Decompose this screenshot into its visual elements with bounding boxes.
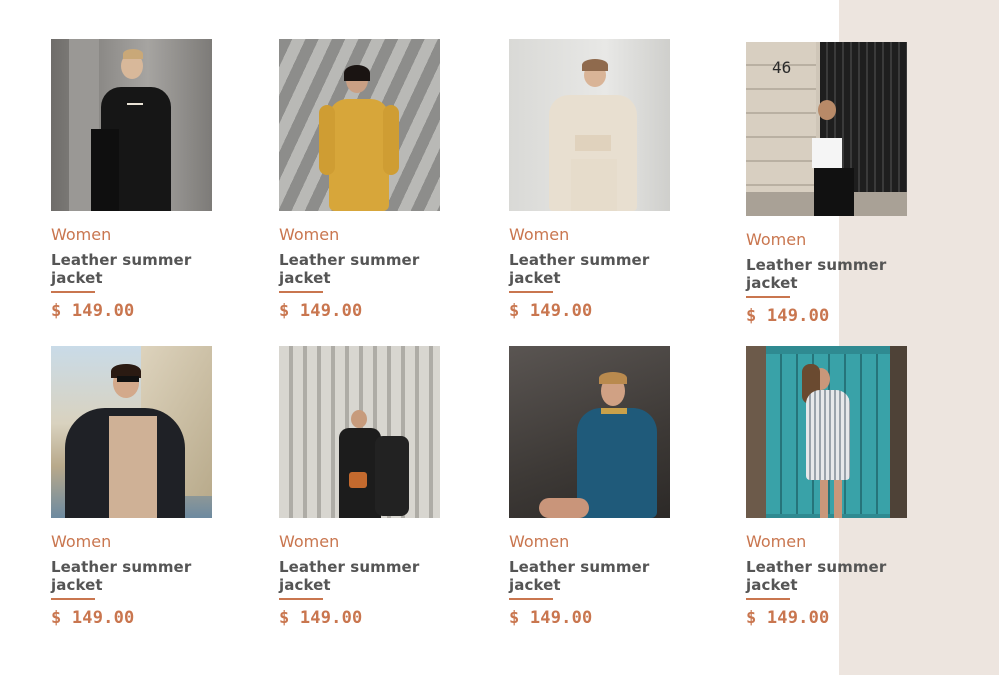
divider xyxy=(51,291,95,293)
divider xyxy=(509,598,553,600)
divider xyxy=(746,598,790,600)
product-image[interactable] xyxy=(51,39,212,211)
product-category[interactable]: Women xyxy=(51,225,213,245)
divider xyxy=(746,296,790,298)
product-price: $ 149.00 xyxy=(279,301,363,321)
product-card[interactable]: Women Leather summer jacket $ 149.00 xyxy=(509,346,671,628)
product-category[interactable]: Women xyxy=(51,532,213,552)
divider xyxy=(279,291,323,293)
product-price: $ 149.00 xyxy=(51,608,135,628)
product-price: $ 149.00 xyxy=(279,608,363,628)
product-price: $ 149.00 xyxy=(746,306,830,326)
product-image[interactable] xyxy=(746,346,907,518)
product-name[interactable]: Leather summer jacket xyxy=(51,251,201,287)
product-name[interactable]: Leather summer jacket xyxy=(279,251,429,287)
product-image[interactable] xyxy=(279,346,440,518)
product-price: $ 149.00 xyxy=(509,608,593,628)
product-card[interactable]: Women Leather summer jacket $ 149.00 xyxy=(279,346,441,628)
product-price: $ 149.00 xyxy=(746,608,830,628)
product-category[interactable]: Women xyxy=(746,230,908,250)
product-name[interactable]: Leather summer jacket xyxy=(509,558,659,594)
product-name[interactable]: Leather summer jacket xyxy=(746,558,896,594)
product-card[interactable]: Women Leather summer jacket $ 149.00 xyxy=(51,346,213,628)
divider xyxy=(51,598,95,600)
product-name[interactable]: Leather summer jacket xyxy=(51,558,201,594)
divider xyxy=(279,598,323,600)
product-category[interactable]: Women xyxy=(279,225,441,245)
product-category[interactable]: Women xyxy=(509,532,671,552)
product-image[interactable]: 46 xyxy=(746,42,907,216)
product-name[interactable]: Leather summer jacket xyxy=(509,251,659,287)
product-category[interactable]: Women xyxy=(509,225,671,245)
product-image[interactable] xyxy=(509,39,670,211)
product-image[interactable] xyxy=(279,39,440,211)
product-card[interactable]: Women Leather summer jacket $ 149.00 xyxy=(746,346,908,628)
divider xyxy=(509,291,553,293)
product-image[interactable] xyxy=(51,346,212,518)
product-name[interactable]: Leather summer jacket xyxy=(746,256,896,292)
product-category[interactable]: Women xyxy=(746,532,908,552)
product-price: $ 149.00 xyxy=(509,301,593,321)
product-card[interactable]: Women Leather summer jacket $ 149.00 xyxy=(279,39,441,321)
product-category[interactable]: Women xyxy=(279,532,441,552)
product-price: $ 149.00 xyxy=(51,301,135,321)
product-card[interactable]: Women Leather summer jacket $ 149.00 xyxy=(509,39,671,321)
door-number: 46 xyxy=(772,58,792,77)
product-card[interactable]: 46 Women Leather summer jacket $ 149.00 xyxy=(746,42,908,326)
product-image[interactable] xyxy=(509,346,670,518)
product-name[interactable]: Leather summer jacket xyxy=(279,558,429,594)
product-card[interactable]: Women Leather summer jacket $ 149.00 xyxy=(51,39,213,321)
